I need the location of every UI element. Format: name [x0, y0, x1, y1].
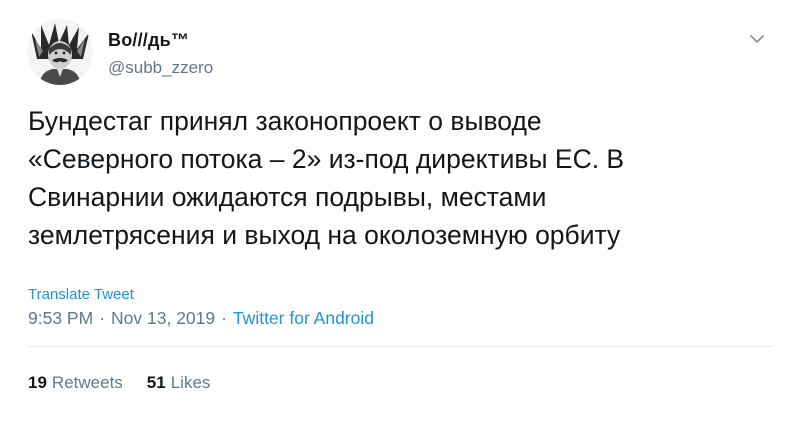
tweet-stats: 19 Retweets 51 Likes: [28, 373, 210, 393]
likes-stat[interactable]: 51 Likes: [147, 373, 211, 393]
tweet-date[interactable]: Nov 13, 2019: [111, 308, 215, 328]
tweet-time[interactable]: 9:53 PM: [28, 308, 93, 328]
likes-count: 51: [146, 373, 166, 392]
tweet-text: Бундестаг принял законопроект о выводе «…: [28, 106, 625, 250]
likes-label: Likes: [170, 373, 211, 392]
meta-separator: ·: [221, 308, 227, 328]
tweet-source-link[interactable]: Twitter for Android: [233, 308, 374, 328]
avatar[interactable]: [27, 19, 93, 85]
retweets-count: 19: [28, 373, 47, 392]
tweet-timestamp: 9:53 PM · Nov 13, 2019 · Twitter for Android: [28, 308, 374, 329]
chevron-down-icon: [750, 35, 764, 43]
tweet-menu-button[interactable]: [744, 28, 770, 50]
meta-separator: ·: [99, 308, 106, 328]
tweet-card: Во///дь™ @subb_zzero Бундестаг принял за…: [0, 0, 800, 428]
retweets-label: Retweets: [51, 373, 123, 392]
author-display-name[interactable]: Во///дь™: [108, 30, 189, 51]
author-handle[interactable]: @subb_zzero: [108, 58, 213, 78]
divider: [28, 346, 773, 347]
translate-tweet-link[interactable]: Translate Tweet: [28, 286, 134, 303]
retweets-stat[interactable]: 19 Retweets: [28, 373, 123, 393]
avatar-image: [27, 19, 93, 85]
